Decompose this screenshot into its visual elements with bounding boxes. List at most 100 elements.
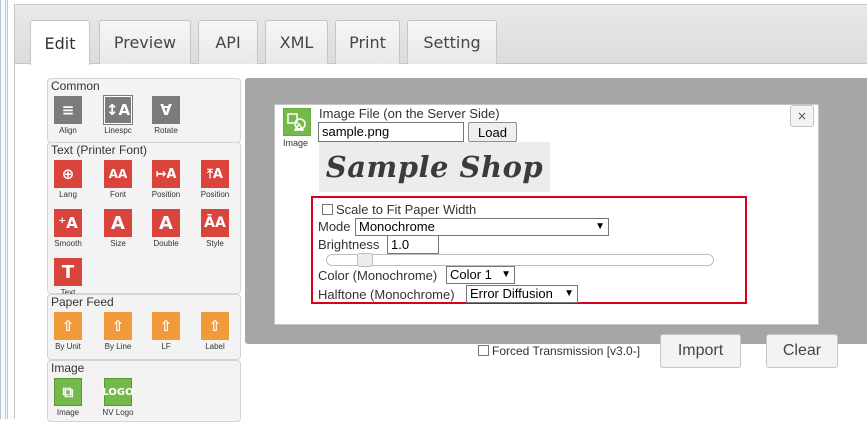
vertical-position-button[interactable]: ⤒A Position: [197, 160, 233, 199]
button-caption: Label: [205, 342, 225, 351]
style-button[interactable]: ĀA Style: [197, 209, 233, 248]
color-select[interactable]: Color 1 ▼: [446, 266, 515, 284]
text-vertical-position-icon: ⤒A: [201, 160, 229, 188]
line-feed-icon: ⇧: [152, 312, 180, 340]
button-caption: Position: [151, 190, 181, 199]
button-caption: Position: [200, 190, 230, 199]
size-icon: A: [104, 209, 132, 237]
feed-unit-icon: ⇧: [54, 312, 82, 340]
label-feed-button[interactable]: ⇧ Label: [197, 312, 233, 351]
tab-edit[interactable]: Edit: [30, 20, 90, 65]
forced-transmission-label: Forced Transmission [v3.0-]: [492, 344, 641, 358]
palette-group-text: Text (Printer Font) ⊕ Lang AA Font ↦A Po…: [47, 142, 241, 297]
palette-group-common: Common ≡ Align ↕A Linespc ∀ Rotate: [47, 78, 241, 143]
tab-label: Setting: [423, 33, 481, 52]
image-file-label: Image File (on the Server Side): [319, 106, 500, 121]
brightness-slider[interactable]: [326, 253, 714, 267]
group-title: Common: [51, 79, 100, 93]
palette-group-image: Image ⧉ Image LOGO NV Logo: [47, 360, 241, 422]
slider-thumb[interactable]: [357, 253, 373, 267]
nv-logo-icon: LOGO: [102, 378, 134, 406]
button-caption: By Line: [104, 342, 132, 351]
halftone-select[interactable]: Error Diffusion ▼: [466, 285, 578, 303]
position-button[interactable]: ↦A Position: [148, 160, 184, 199]
linespc-button[interactable]: ↕A Linespc: [100, 95, 136, 135]
nv-logo-button[interactable]: LOGO NV Logo: [100, 378, 136, 417]
text-icon: T: [54, 258, 82, 286]
button-caption: Rotate: [154, 126, 178, 135]
feed-by-unit-button[interactable]: ⇧ By Unit: [50, 312, 86, 351]
button-caption: Image: [56, 408, 80, 417]
import-button[interactable]: Import: [660, 334, 741, 368]
text-button[interactable]: T Text: [50, 258, 86, 297]
color-label: Color (Monochrome): [318, 268, 438, 283]
size-button[interactable]: A Size: [100, 209, 136, 248]
group-title: Image: [51, 361, 85, 375]
scale-checkbox[interactable]: [322, 204, 333, 215]
button-caption: Lang: [59, 190, 77, 199]
close-button[interactable]: ×: [790, 105, 814, 127]
tab-setting[interactable]: Setting: [407, 20, 497, 64]
mode-select[interactable]: Monochrome ▼: [355, 218, 609, 236]
line-feed-button[interactable]: ⇧ LF: [148, 312, 184, 351]
image-icon: [283, 108, 311, 136]
smooth-button[interactable]: ⁺A Smooth: [50, 209, 86, 248]
tab-api[interactable]: API: [198, 20, 258, 64]
text-position-icon: ↦A: [152, 160, 180, 188]
globe-icon: ⊕: [54, 160, 82, 188]
scale-to-fit-option[interactable]: Scale to Fit Paper Width: [322, 202, 476, 217]
group-title: Text (Printer Font): [51, 143, 148, 157]
color-value: Color 1: [450, 267, 492, 282]
chevron-down-icon: ▼: [501, 269, 511, 280]
button-caption: Align: [59, 126, 77, 135]
brightness-label: Brightness: [318, 237, 380, 252]
tab-bar: Edit Preview API XML Print Setting: [15, 5, 867, 65]
image-button[interactable]: ⧉ Image: [50, 378, 86, 417]
image-file-input[interactable]: sample.png: [318, 122, 464, 142]
close-icon: ×: [796, 109, 808, 123]
chevron-down-icon: ▼: [595, 221, 605, 232]
button-caption: Style: [206, 239, 224, 248]
image-icon-caption: Image: [283, 138, 309, 148]
forced-transmission-option[interactable]: Forced Transmission [v3.0-]: [478, 344, 640, 358]
align-button[interactable]: ≡ Align: [50, 96, 86, 135]
tab-label: Edit: [44, 33, 76, 53]
feed-by-line-button[interactable]: ⇧ By Line: [100, 312, 136, 351]
halftone-label: Halftone (Monochrome): [318, 287, 455, 302]
line-spacing-icon: ↕A: [103, 95, 133, 125]
scale-label: Scale to Fit Paper Width: [336, 202, 477, 217]
load-button[interactable]: Load: [468, 122, 517, 142]
rotate-button[interactable]: ∀ Rotate: [148, 96, 184, 135]
left-frame-divider: [5, 0, 6, 419]
left-frame-border: [0, 0, 8, 419]
mode-value: Monochrome: [359, 219, 435, 234]
lang-button[interactable]: ⊕ Lang: [50, 160, 86, 199]
group-title: Paper Feed: [51, 295, 114, 309]
clear-button[interactable]: Clear: [766, 334, 838, 368]
halftone-value: Error Diffusion: [470, 286, 553, 301]
forced-transmission-checkbox[interactable]: [478, 345, 489, 356]
image-icon: ⧉: [54, 378, 82, 406]
tab-print[interactable]: Print: [335, 20, 400, 64]
feed-line-icon: ⇧: [104, 312, 132, 340]
button-caption: LF: [161, 342, 171, 351]
palette-group-paper-feed: Paper Feed ⇧ By Unit ⇧ By Line ⇧ LF ⇧ La…: [47, 294, 241, 360]
tab-label: Print: [349, 33, 386, 52]
button-caption: Size: [110, 239, 126, 248]
button-caption: Font: [109, 190, 126, 199]
align-icon: ≡: [54, 96, 82, 124]
tab-xml[interactable]: XML: [265, 20, 328, 64]
tab-preview[interactable]: Preview: [99, 20, 191, 64]
button-caption: Double: [153, 239, 179, 248]
rotate-icon: ∀: [152, 96, 180, 124]
button-caption: NV Logo: [102, 408, 134, 417]
double-button[interactable]: A Double: [148, 209, 184, 248]
style-icon: ĀA: [201, 209, 229, 237]
tab-label: XML: [279, 33, 314, 52]
mode-label: Mode: [318, 219, 351, 234]
button-caption: Linespc: [104, 126, 132, 135]
brightness-input[interactable]: 1.0: [387, 235, 439, 254]
font-button[interactable]: AA Font: [100, 160, 136, 199]
button-caption: By Unit: [55, 342, 81, 351]
tab-label: Preview: [113, 33, 177, 52]
